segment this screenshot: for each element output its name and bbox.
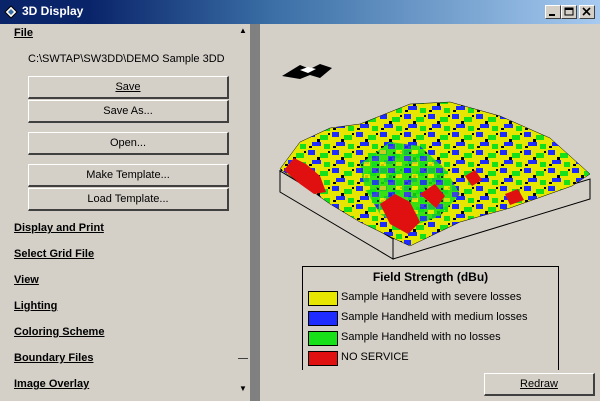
scroll-thumb[interactable] bbox=[238, 358, 248, 359]
save-as-button[interactable]: Save As... bbox=[28, 100, 229, 123]
legend-box: Field Strength (dBu) Sample Handheld wit… bbox=[302, 266, 559, 374]
redraw-label: Redraw bbox=[520, 378, 558, 390]
open-label: Open... bbox=[109, 137, 147, 149]
section-view[interactable]: View bbox=[14, 274, 39, 286]
section-boundary-files[interactable]: Boundary Files bbox=[14, 352, 93, 364]
open-button[interactable]: Open... bbox=[28, 132, 229, 155]
terrain-render bbox=[278, 64, 591, 260]
save-label: Save bbox=[115, 81, 141, 93]
save-button[interactable]: Save bbox=[28, 76, 229, 99]
title-bar[interactable]: 3D Display bbox=[0, 0, 600, 24]
app-icon bbox=[4, 5, 18, 19]
legend-label-medium: Sample Handheld with medium losses bbox=[341, 311, 528, 323]
load-template-button[interactable]: Load Template... bbox=[28, 188, 229, 211]
maximize-icon bbox=[564, 7, 574, 16]
north-arrow-icon bbox=[282, 64, 332, 79]
make-template-button[interactable]: Make Template... bbox=[28, 164, 229, 187]
close-button[interactable] bbox=[579, 5, 595, 19]
legend-label-no-service: NO SERVICE bbox=[341, 351, 409, 363]
control-panel: File C:\SWTAP\SW3DD\DEMO Sample 3DD Save… bbox=[0, 24, 250, 401]
save-as-label: Save As... bbox=[103, 105, 153, 117]
section-file[interactable]: File bbox=[14, 27, 33, 39]
splitter[interactable] bbox=[250, 24, 260, 401]
legend-label-severe: Sample Handheld with severe losses bbox=[341, 291, 522, 303]
section-display-and-print[interactable]: Display and Print bbox=[14, 222, 104, 234]
legend-swatch-none bbox=[308, 331, 338, 346]
window-title: 3D Display bbox=[22, 4, 84, 18]
legend-swatch-severe bbox=[308, 291, 338, 306]
scroll-up-icon[interactable]: ▲ bbox=[236, 24, 250, 38]
scroll-down-icon[interactable]: ▼ bbox=[236, 382, 250, 396]
redraw-button[interactable]: Redraw bbox=[484, 373, 595, 396]
section-image-overlay[interactable]: Image Overlay bbox=[14, 378, 89, 390]
section-lighting[interactable]: Lighting bbox=[14, 300, 57, 312]
panel-scrollbar[interactable]: ▲ ▼ bbox=[236, 24, 250, 401]
make-template-label: Make Template... bbox=[86, 169, 170, 181]
legend-label-none: Sample Handheld with no losses bbox=[341, 331, 501, 343]
legend-title: Field Strength (dBu) bbox=[372, 270, 489, 284]
file-path: C:\SWTAP\SW3DD\DEMO Sample 3DD bbox=[28, 53, 225, 65]
legend-swatch-no-service bbox=[308, 351, 338, 366]
minimize-button[interactable] bbox=[545, 5, 561, 19]
section-select-grid-file[interactable]: Select Grid File bbox=[14, 248, 94, 260]
section-coloring-scheme[interactable]: Coloring Scheme bbox=[14, 326, 104, 338]
legend-swatch-medium bbox=[308, 311, 338, 326]
minimize-icon bbox=[549, 14, 555, 16]
load-template-label: Load Template... bbox=[87, 193, 169, 205]
maximize-button[interactable] bbox=[561, 5, 577, 19]
close-icon bbox=[582, 7, 591, 16]
